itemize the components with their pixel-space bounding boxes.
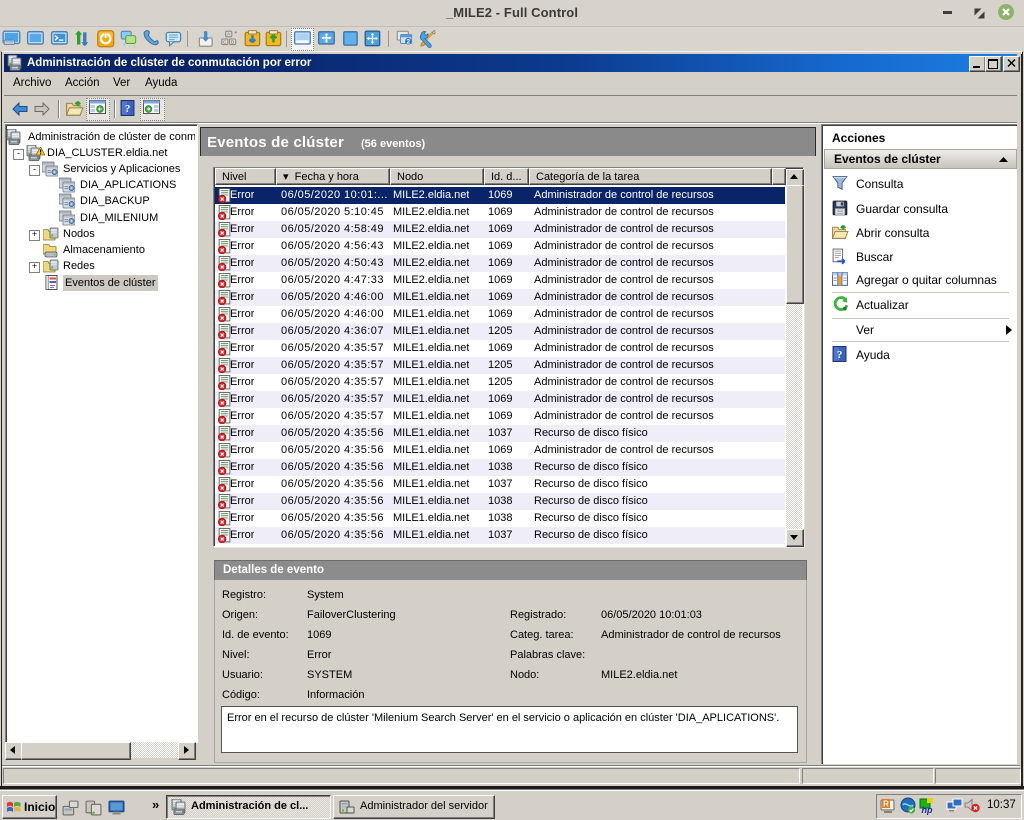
- svg-text:hp: hp: [922, 805, 933, 815]
- svg-text:2: 2: [407, 38, 411, 45]
- svg-text:R: R: [883, 800, 889, 809]
- svg-text:A: A: [227, 32, 230, 37]
- svg-text:D: D: [231, 39, 234, 44]
